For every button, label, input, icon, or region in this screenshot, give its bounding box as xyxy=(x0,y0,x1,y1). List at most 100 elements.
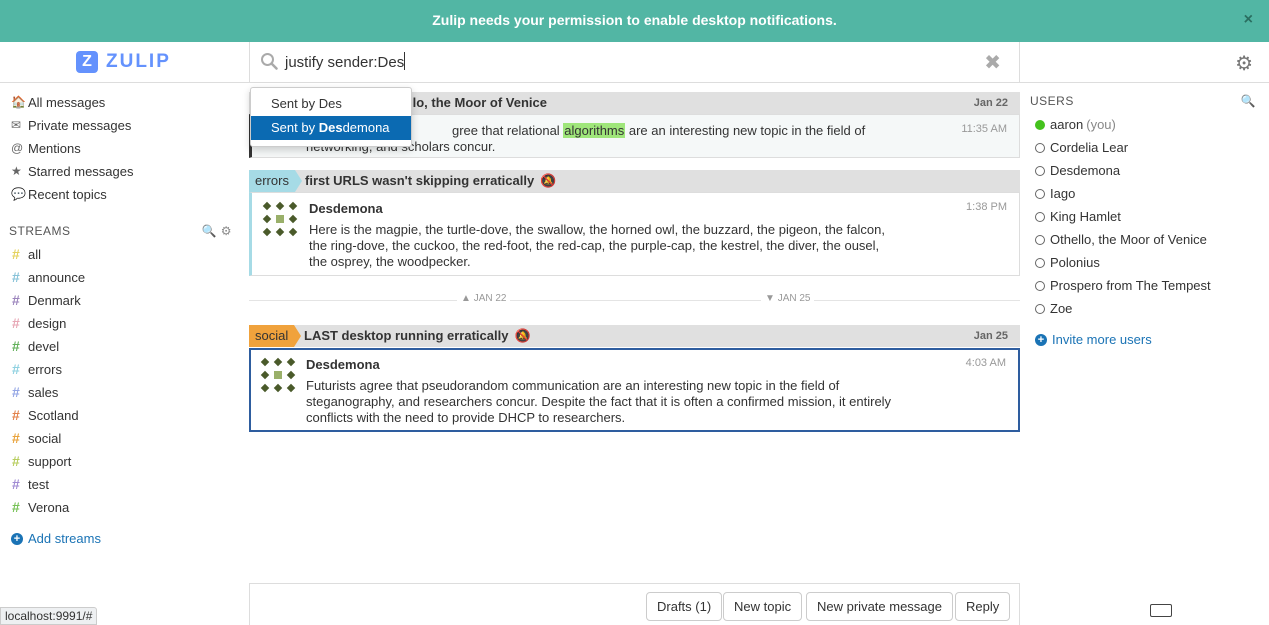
mute-icon[interactable]: 🔕 xyxy=(540,173,556,188)
compose-bar: Drafts (1) New topic New private message… xyxy=(249,583,1020,625)
stream-settings-gear-icon[interactable]: ⚙ xyxy=(221,224,232,238)
search-input[interactable]: justify sender:Des xyxy=(285,52,406,71)
stream-name: sales xyxy=(28,385,59,400)
recipient-bar[interactable]: social LAST desktop running erratically 🔕… xyxy=(249,325,1020,347)
avatar[interactable] xyxy=(260,357,296,393)
stream-item-support[interactable]: # support xyxy=(0,450,240,473)
stream-item-scotland[interactable]: # Scotland xyxy=(0,404,240,427)
stream-item-design[interactable]: # design xyxy=(0,312,240,335)
mute-icon[interactable]: 🔕 xyxy=(514,328,530,343)
stream-item-sales[interactable]: # sales xyxy=(0,381,240,404)
user-item[interactable]: Polonius xyxy=(1030,251,1269,274)
notification-banner: Zulip needs your permission to enable de… xyxy=(0,0,1269,42)
stream-item-all[interactable]: # all xyxy=(0,243,240,266)
user-item[interactable]: Cordelia Lear xyxy=(1030,136,1269,159)
search-clear-icon[interactable]: ✖ xyxy=(984,50,1001,75)
stream-name: test xyxy=(28,477,49,492)
presence-dot-icon xyxy=(1035,142,1045,153)
presence-dot-icon xyxy=(1035,119,1045,130)
nav-all-messages[interactable]: 🏠 All messages xyxy=(0,91,240,114)
stream-name: errors xyxy=(28,362,62,377)
stream-item-announce[interactable]: # announce xyxy=(0,266,240,289)
plus-circle-icon: + xyxy=(1035,333,1047,346)
message-row[interactable]: Desdemona 1:38 PM Here is the magpie, th… xyxy=(249,192,1020,276)
user-name: Iago xyxy=(1050,186,1076,201)
nav-private-messages[interactable]: ✉ Private messages xyxy=(0,114,240,137)
message-time[interactable]: 4:03 AM xyxy=(966,357,1006,369)
user-item[interactable]: Iago xyxy=(1030,182,1269,205)
topic-name[interactable]: first URLS wasn't skipping erratically 🔕 xyxy=(305,170,556,192)
topic-name[interactable]: LAST desktop running erratically 🔕 xyxy=(304,325,531,347)
message-sender[interactable]: Desdemona xyxy=(309,201,383,216)
presence-dot-icon xyxy=(1035,303,1045,314)
presence-dot-icon xyxy=(1035,211,1045,222)
keyboard-icon[interactable] xyxy=(1150,604,1172,617)
streams-header[interactable]: STREAMS 🔍 ⚙ xyxy=(0,220,240,243)
date-separator-right: ▼ JAN 25 xyxy=(761,293,815,304)
stream-name: Scotland xyxy=(28,408,79,423)
new-private-message-button[interactable]: New private message xyxy=(806,592,953,621)
stream-item-verona[interactable]: # Verona xyxy=(0,496,240,519)
typeahead-item-active[interactable]: Sent by Desdemona xyxy=(251,116,411,140)
user-item[interactable]: Desdemona xyxy=(1030,159,1269,182)
topic-name[interactable]: llo, the Moor of Venice xyxy=(409,92,547,114)
message-time[interactable]: 1:38 PM xyxy=(966,201,1007,213)
user-name: aaron xyxy=(1050,117,1084,132)
stream-search-icon[interactable]: 🔍 xyxy=(201,224,216,238)
presence-dot-icon xyxy=(1035,280,1045,291)
nav-mentions[interactable]: @ Mentions xyxy=(0,137,240,160)
stream-name: design xyxy=(28,316,67,331)
stream-tag-social[interactable]: social xyxy=(249,325,302,347)
stream-name: devel xyxy=(28,339,60,354)
user-item[interactable]: Prospero from The Tempest xyxy=(1030,274,1269,297)
stream-item-errors[interactable]: # errors xyxy=(0,358,240,381)
user-name: Polonius xyxy=(1050,255,1100,270)
nav-recent-topics[interactable]: 💬 Recent topics xyxy=(0,183,240,206)
hashtag-icon: # xyxy=(12,292,20,308)
user-search-icon[interactable]: 🔍 xyxy=(1241,90,1256,113)
reply-button[interactable]: Reply xyxy=(955,592,1011,621)
zulip-logo-text: ZULIP xyxy=(106,51,171,72)
user-item[interactable]: King Hamlet xyxy=(1030,205,1269,228)
recipient-date: Jan 25 xyxy=(973,330,1008,342)
user-item[interactable]: aaron (you) xyxy=(1030,113,1269,136)
hashtag-icon: # xyxy=(12,384,20,400)
enable-notifications-link[interactable]: enable desktop notifications. xyxy=(644,12,837,28)
message-sender[interactable]: Desdemona xyxy=(306,357,380,372)
hashtag-icon: # xyxy=(12,246,20,262)
hashtag-icon: # xyxy=(12,430,20,446)
search-query: justify sender:Des xyxy=(285,54,405,71)
star-icon: ★ xyxy=(11,164,22,178)
message-time[interactable]: 11:35 AM xyxy=(961,123,1007,135)
message-row-selected[interactable]: Desdemona 4:03 AM Futurists agree that p… xyxy=(249,348,1020,432)
stream-item-denmark[interactable]: # Denmark xyxy=(0,289,240,312)
right-sidebar: USERS 🔍 aaron (you) Cordelia Lear Desdemona… xyxy=(1030,84,1269,351)
hashtag-icon: # xyxy=(12,361,20,377)
browser-status-bar: localhost:9991/# xyxy=(0,607,98,625)
recipient-bar[interactable]: errors first URLS wasn't skipping errati… xyxy=(249,170,1020,192)
stream-tag-errors[interactable]: errors xyxy=(249,170,302,192)
settings-gear-icon[interactable]: ⚙ xyxy=(1235,51,1253,76)
search-bar[interactable]: justify sender:Des ✖ xyxy=(249,42,1020,83)
typeahead-item[interactable]: Sent by Des xyxy=(251,92,411,116)
new-topic-button[interactable]: New topic xyxy=(723,592,803,621)
hashtag-icon: # xyxy=(12,338,20,354)
recipient-date: Jan 22 xyxy=(973,97,1008,109)
invite-users-link[interactable]: + Invite more users xyxy=(1030,328,1269,351)
users-header: USERS 🔍 xyxy=(1030,90,1269,113)
presence-dot-icon xyxy=(1035,165,1045,176)
comment-icon: 💬 xyxy=(11,187,26,201)
hashtag-icon: # xyxy=(12,453,20,469)
add-streams-link[interactable]: + Add streams xyxy=(0,527,240,550)
stream-item-test[interactable]: # test xyxy=(0,473,240,496)
stream-item-devel[interactable]: # devel xyxy=(0,335,240,358)
avatar[interactable] xyxy=(262,201,298,237)
banner-close-icon[interactable]: × xyxy=(1244,0,1253,40)
drafts-button[interactable]: Drafts (1) xyxy=(646,592,723,621)
stream-item-social[interactable]: # social xyxy=(0,427,240,450)
user-item[interactable]: Zoe xyxy=(1030,297,1269,320)
at-icon: @ xyxy=(11,141,24,155)
nav-starred-messages[interactable]: ★ Starred messages xyxy=(0,160,240,183)
user-item[interactable]: Othello, the Moor of Venice xyxy=(1030,228,1269,251)
zulip-logo[interactable]: Z ZULIP xyxy=(76,50,171,74)
